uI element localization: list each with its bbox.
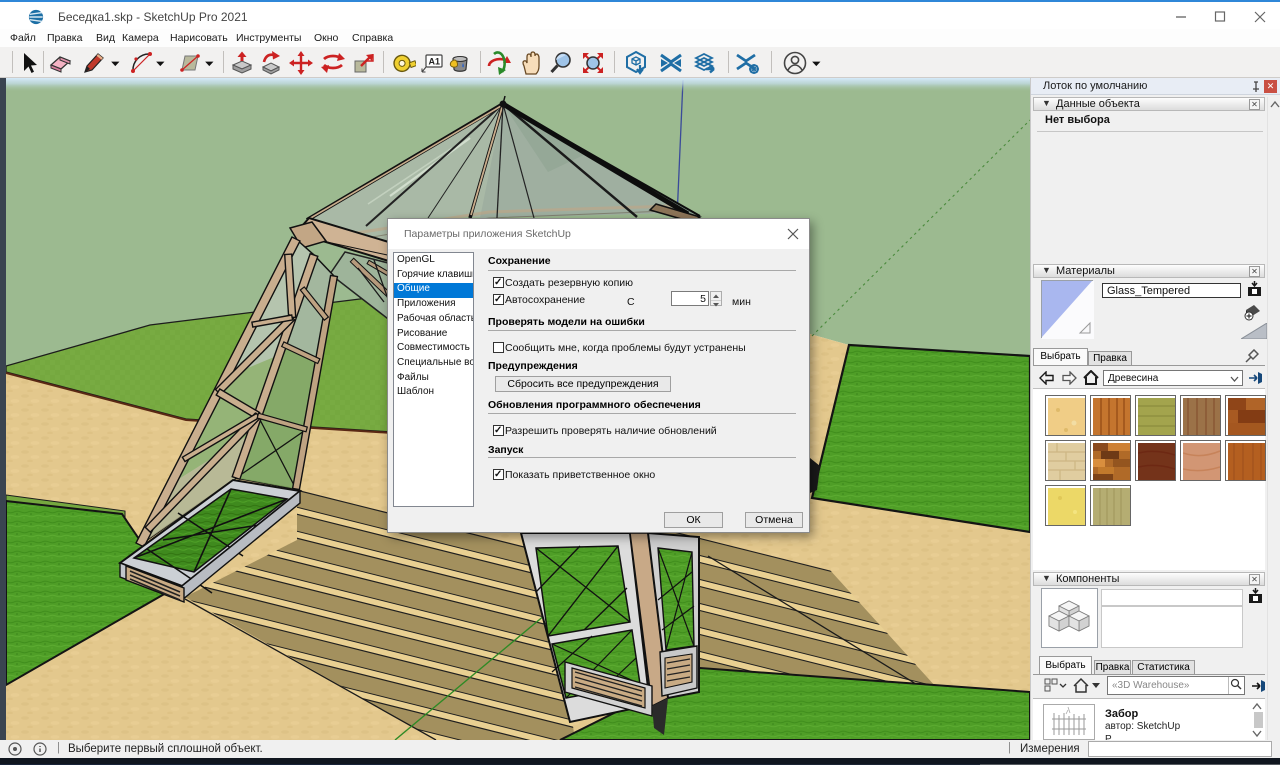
svg-text:A1: A1 bbox=[429, 57, 441, 67]
